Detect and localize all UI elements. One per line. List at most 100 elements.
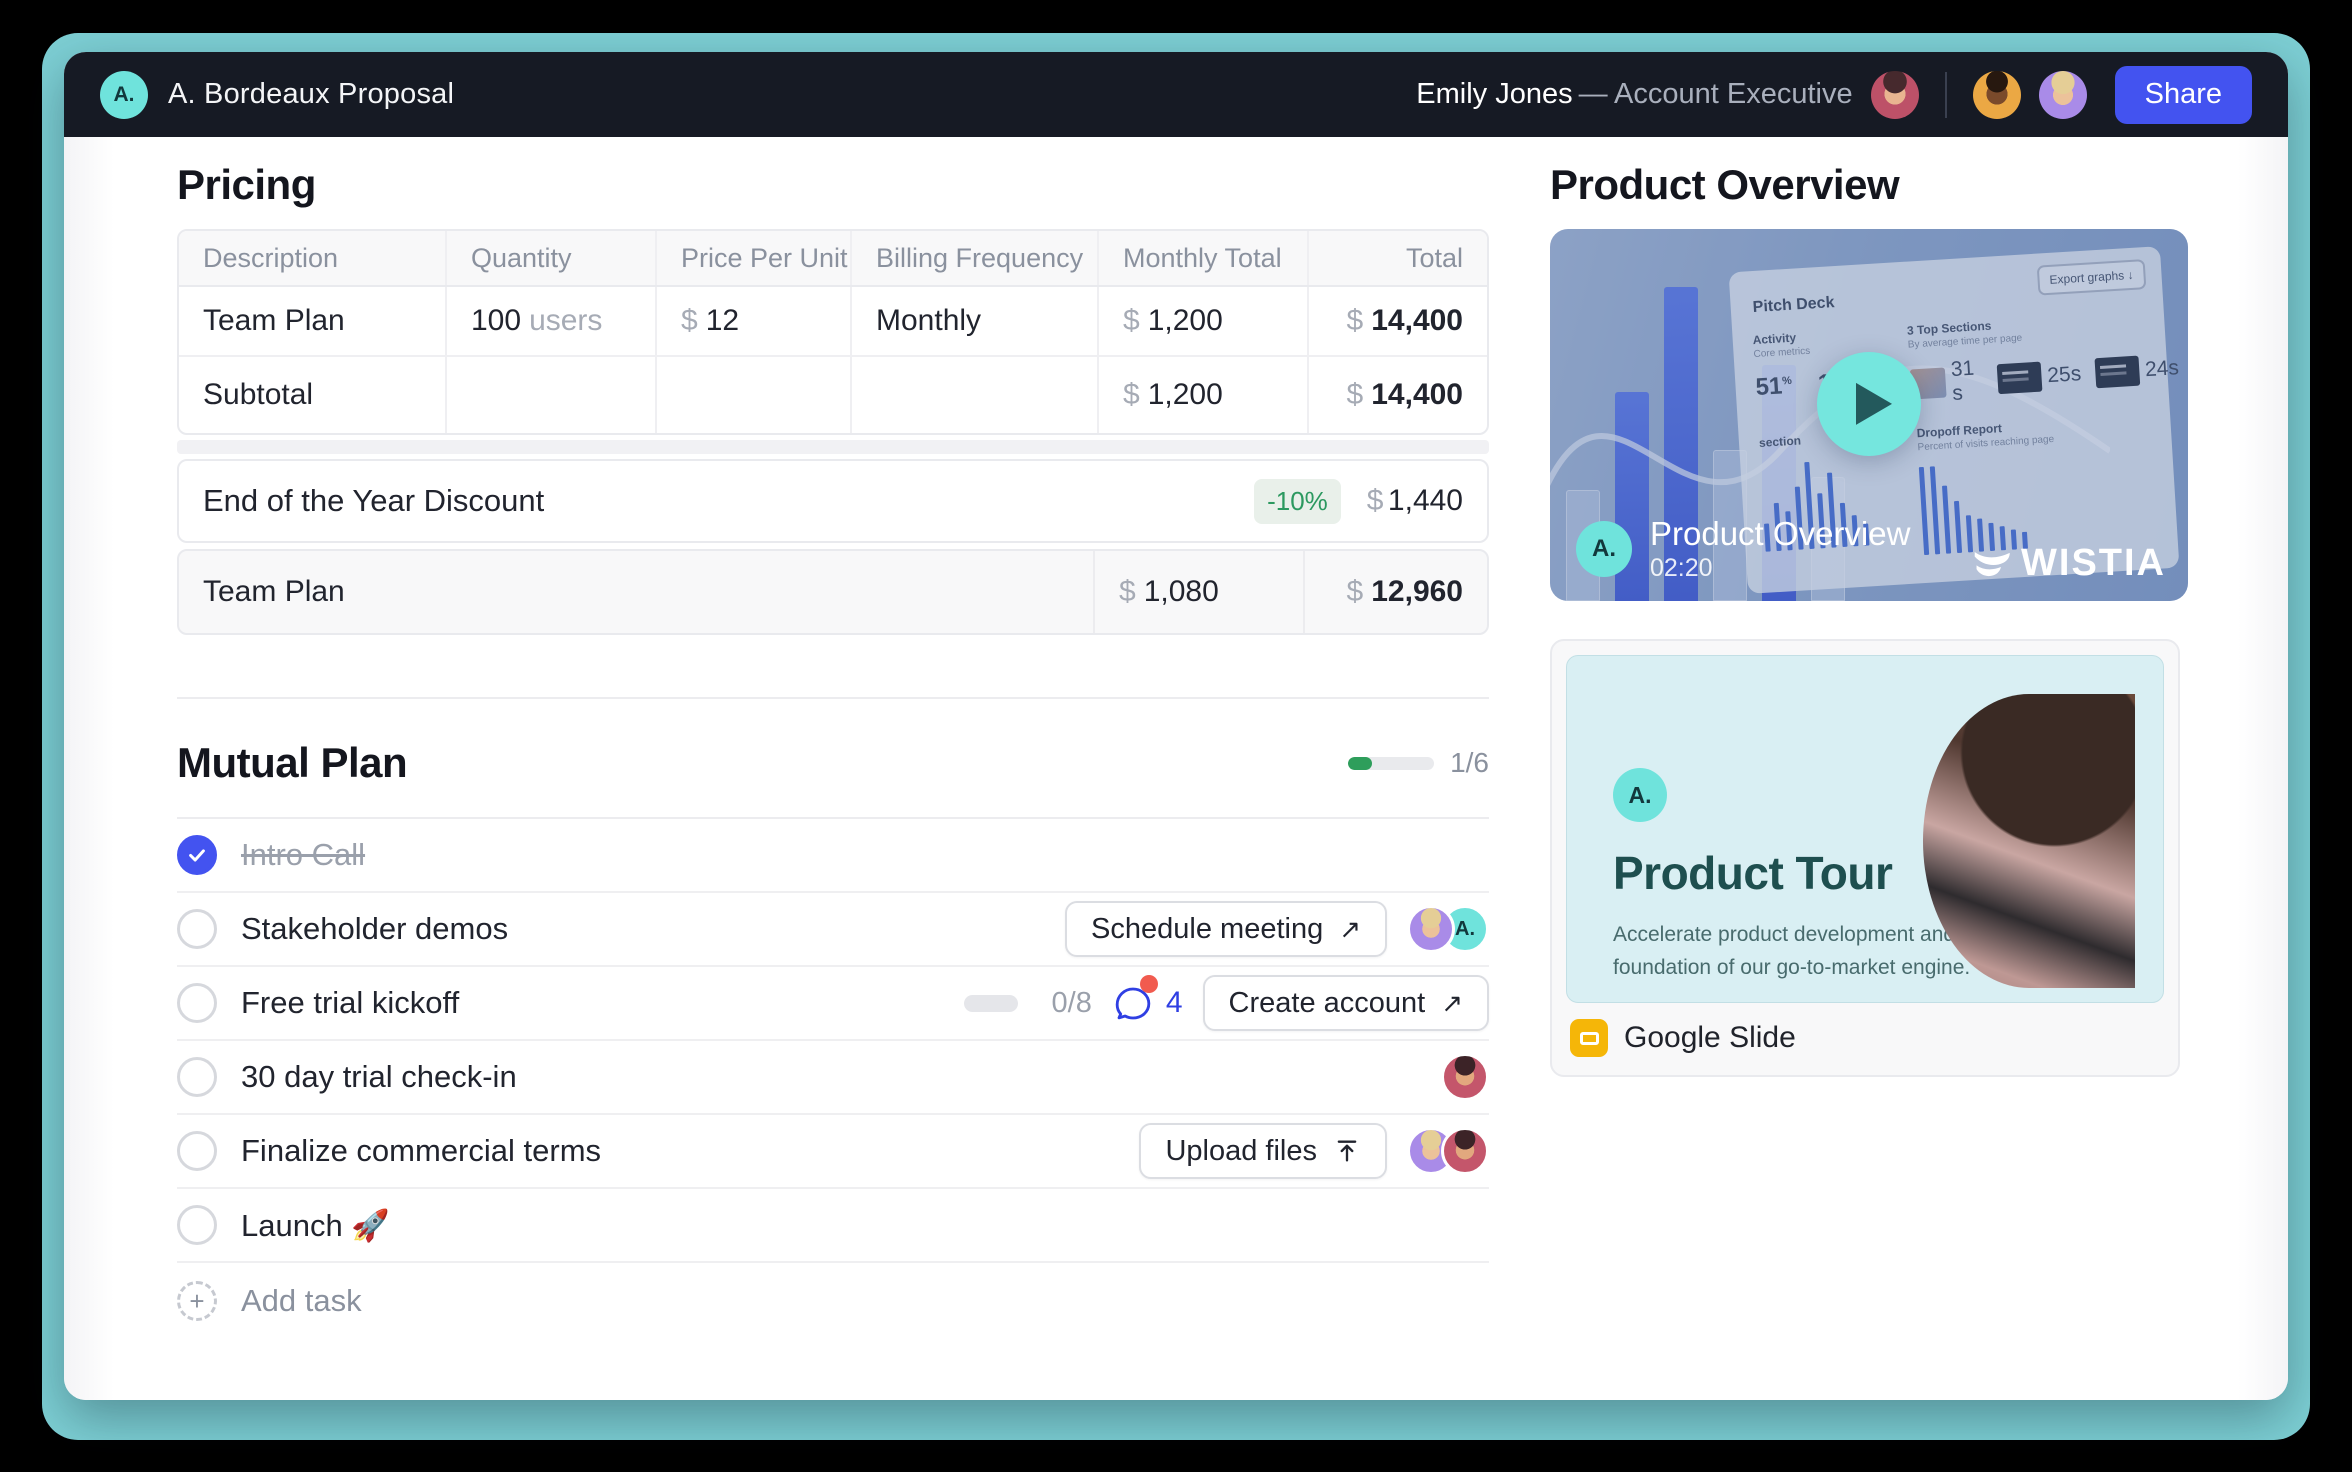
task-checkbox[interactable] [177, 1131, 217, 1171]
user-avatar[interactable] [1871, 71, 1919, 119]
pricing-row-subtotal: Subtotal $1,200 $14,400 [179, 357, 1487, 433]
arrow-up-right-icon: ↗ [1339, 914, 1361, 945]
task-label: Stakeholder demos [241, 911, 508, 947]
task-label: Free trial kickoff [241, 985, 459, 1021]
discount-label: End of the Year Discount [203, 483, 544, 519]
summary-monthly: $1,080 [1093, 551, 1303, 633]
add-task-button[interactable]: + Add task [177, 1263, 1489, 1339]
cell-empty [445, 357, 655, 433]
slide-preview: A. Product Tour Accelerate product devel… [1566, 655, 2164, 1003]
col-total: Total [1307, 231, 1487, 285]
wistia-swoosh-icon [1973, 548, 2013, 580]
document-title: A. Bordeaux Proposal [168, 78, 454, 111]
summary-row: Team Plan $1,080 $12,960 [177, 549, 1489, 635]
task-row-finalize-terms: Finalize commercial terms Upload files [177, 1115, 1489, 1189]
assignee-avatars: A. [1407, 905, 1489, 953]
assignee-avatar [1407, 905, 1455, 953]
slide-avatar: A. [1613, 768, 1667, 822]
video-duration: 02:20 [1650, 554, 1910, 583]
col-price-per-unit: Price Per Unit [655, 231, 850, 285]
task-checkbox[interactable] [177, 909, 217, 949]
screenshot-canvas: A. A. Bordeaux Proposal Emily Jones— Acc… [0, 0, 2352, 1472]
task-row-free-trial-kickoff: Free trial kickoff 0/8 4 Create account↗ [177, 967, 1489, 1041]
sidebar-column: Product Overview Export graphs ↓ Pitch D… [1550, 137, 2194, 1077]
topbar-left: A. A. Bordeaux Proposal [100, 71, 454, 119]
cell-total: $14,400 [1307, 287, 1487, 355]
discount-badge: -10% [1254, 479, 1341, 524]
cell-description: Team Plan [179, 287, 445, 355]
play-icon [1856, 383, 1892, 425]
product-overview-heading: Product Overview [1550, 137, 2194, 209]
create-account-button[interactable]: Create account↗ [1203, 975, 1489, 1031]
comments-indicator[interactable]: 4 [1112, 983, 1183, 1023]
google-slides-icon [1570, 1019, 1608, 1057]
pricing-heading: Pricing [177, 137, 1489, 209]
plus-icon: + [177, 1281, 217, 1321]
document-avatar-initial: A. [114, 83, 135, 107]
user-identity: Emily Jones— Account Executive [1416, 78, 1852, 111]
play-button[interactable] [1817, 352, 1921, 456]
task-row-intro-call: Intro Call [177, 819, 1489, 893]
cell-quantity[interactable]: 100users [445, 287, 655, 355]
document-avatar: A. [100, 71, 148, 119]
comment-count: 4 [1166, 986, 1183, 1020]
unread-dot [1140, 975, 1158, 993]
cell-empty [655, 357, 850, 433]
progress-track [1348, 757, 1434, 770]
table-section-gap [177, 440, 1489, 454]
discount-row: End of the Year Discount -10% $ 1,440 [177, 459, 1489, 543]
cell-subtotal-monthly: $1,200 [1097, 357, 1307, 433]
assignee-avatars [1441, 1053, 1489, 1101]
assignee-avatar [1441, 1127, 1489, 1175]
task-row-30-day-check-in: 30 day trial check-in [177, 1041, 1489, 1115]
collaborator-avatar-1[interactable] [1973, 71, 2021, 119]
progress-fill [1348, 757, 1372, 770]
collaborator-avatar-2[interactable] [2039, 71, 2087, 119]
slide-source: Google Slide [1570, 1019, 2160, 1057]
product-overview-video[interactable]: Export graphs ↓ Pitch Deck Activity Core… [1550, 229, 2188, 601]
mutual-plan-header: Mutual Plan 1/6 [177, 699, 1489, 819]
pricing-table-header: Description Quantity Price Per Unit Bill… [179, 231, 1487, 287]
mutual-plan-progress: 1/6 [1348, 747, 1489, 779]
wistia-logo: WISTIA [1973, 542, 2166, 585]
upload-files-button[interactable]: Upload files [1139, 1123, 1387, 1179]
task-list: Intro Call Stakeholder demos Schedule me… [177, 819, 1489, 1339]
summary-label: Team Plan [179, 551, 1093, 633]
cell-price-per-unit[interactable]: $12 [655, 287, 850, 355]
video-avatar: A. [1576, 521, 1632, 577]
add-task-label: Add task [241, 1283, 362, 1319]
video-title: Product Overview [1650, 516, 1910, 552]
task-checkbox-checked[interactable] [177, 835, 217, 875]
share-button[interactable]: Share [2115, 66, 2252, 124]
slide-title: Product Tour [1613, 846, 1892, 900]
task-label: Finalize commercial terms [241, 1133, 601, 1169]
cell-billing-frequency[interactable]: Monthly [850, 287, 1097, 355]
check-icon [186, 844, 208, 866]
task-checkbox[interactable] [177, 983, 217, 1023]
schedule-meeting-button[interactable]: Schedule meeting↗ [1065, 901, 1387, 957]
task-label: Intro Call [241, 837, 365, 873]
task-row-launch: Launch 🚀 [177, 1189, 1489, 1263]
task-checkbox[interactable] [177, 1205, 217, 1245]
discount-amount: $ 1,440 [1367, 484, 1463, 518]
task-row-stakeholder-demos: Stakeholder demos Schedule meeting↗ A. [177, 893, 1489, 967]
slide-photo [1923, 694, 2135, 988]
subtask-progress-pill [964, 995, 1018, 1012]
arrow-up-right-icon: ↗ [1441, 988, 1463, 1019]
user-role: — Account Executive [1579, 78, 1853, 110]
user-name: Emily Jones [1416, 78, 1572, 110]
topbar-right: Emily Jones— Account Executive Share [1416, 66, 2252, 124]
task-checkbox[interactable] [177, 1057, 217, 1097]
pricing-table: Description Quantity Price Per Unit Bill… [177, 229, 1489, 635]
assignee-avatars [1407, 1127, 1489, 1175]
pricing-row-team-plan: Team Plan 100users $12 Monthly $1,200 $1… [179, 287, 1487, 357]
subtask-count: 0/8 [1052, 987, 1092, 1020]
document-body: Pricing Description Quantity Price Per U… [64, 137, 2288, 1400]
product-tour-slide-card[interactable]: A. Product Tour Accelerate product devel… [1550, 639, 2180, 1077]
mutual-plan-heading: Mutual Plan [177, 739, 407, 787]
video-meta: A. Product Overview 02:20 [1576, 516, 1910, 583]
col-monthly-total: Monthly Total [1097, 231, 1307, 285]
cell-empty [850, 357, 1097, 433]
main-column: Pricing Description Quantity Price Per U… [177, 137, 1489, 1339]
progress-label: 1/6 [1450, 747, 1489, 779]
